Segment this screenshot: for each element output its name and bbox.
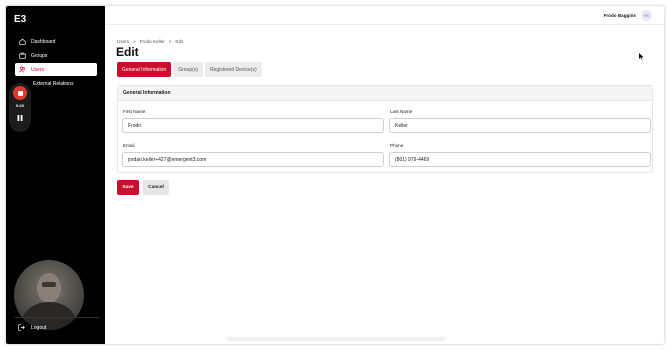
pause-icon[interactable] (17, 115, 23, 121)
sidebar-item-users[interactable]: Users (15, 63, 97, 76)
recording-timer: 0:20 (15, 103, 24, 108)
home-icon (19, 38, 26, 45)
general-information-card: General Information First Name Frodo Las… (117, 85, 653, 173)
sidebar: E3 Dashboard Groups Users External Relat… (6, 6, 105, 344)
sidebar-item-label: Users (31, 66, 45, 73)
webcam-overlay (14, 260, 84, 330)
last-name-field[interactable]: Keller (389, 118, 651, 133)
logout-label: Logout (31, 324, 47, 331)
mouse-cursor-icon (639, 53, 644, 60)
screen-recorder-widget: 0:20 (9, 83, 31, 132)
breadcrumb-separator: > (133, 39, 136, 44)
svg-text:E3: E3 (14, 14, 27, 25)
sidebar-item-dashboard[interactable]: Dashboard (15, 35, 97, 48)
breadcrumb: Users > Frodo Keller > Edit (117, 39, 183, 44)
email-field[interactable]: jordan.keller+427@emergent3.com (122, 152, 384, 167)
sidebar-divider (15, 317, 99, 318)
breadcrumb-user[interactable]: Frodo Keller (140, 39, 165, 44)
bottom-bar-placeholder (226, 337, 446, 341)
tab-registered-devices[interactable]: Registered Device(s) (204, 62, 262, 77)
save-button[interactable]: Save (117, 180, 139, 195)
logout-icon (18, 324, 25, 331)
sidebar-item-label: Dashboard (31, 38, 56, 45)
webcam-person-image (19, 273, 79, 330)
tab-general-information[interactable]: General Information (117, 62, 172, 77)
first-name-label: First Name (123, 109, 146, 114)
sidebar-item-label: External Relations (33, 80, 74, 87)
card-title: General Information (118, 86, 652, 101)
users-icon (19, 66, 26, 73)
email-label: Email (123, 143, 135, 148)
breadcrumb-current: Edit (175, 39, 184, 44)
sidebar-item-groups[interactable]: Groups (15, 49, 97, 62)
last-name-label: Last Name (390, 109, 413, 114)
avatar[interactable]: FB (641, 10, 652, 21)
top-bar: Frodo Baggins FB (105, 6, 664, 25)
logo[interactable]: E3 (14, 12, 28, 26)
user-name[interactable]: Frodo Baggins (604, 13, 636, 18)
sidebar-item-label: Groups (31, 52, 48, 59)
phone-label: Phone (390, 143, 404, 148)
breadcrumb-users[interactable]: Users (117, 39, 129, 44)
page-title: Edit (116, 45, 139, 59)
breadcrumb-separator: > (168, 39, 172, 44)
first-name-field[interactable]: Frodo (122, 118, 384, 133)
app-window: E3 Dashboard Groups Users External Relat… (6, 6, 664, 344)
logout-button[interactable]: Logout (18, 324, 46, 331)
tab-bar: General Information Group(s) Registered … (117, 62, 262, 77)
phone-field[interactable]: (801) 979-4469 (389, 152, 651, 167)
stop-recording-button[interactable] (13, 86, 27, 100)
tab-groups[interactable]: Group(s) (173, 62, 203, 77)
groups-icon (19, 52, 26, 59)
cancel-button[interactable]: Cancel (143, 180, 169, 195)
